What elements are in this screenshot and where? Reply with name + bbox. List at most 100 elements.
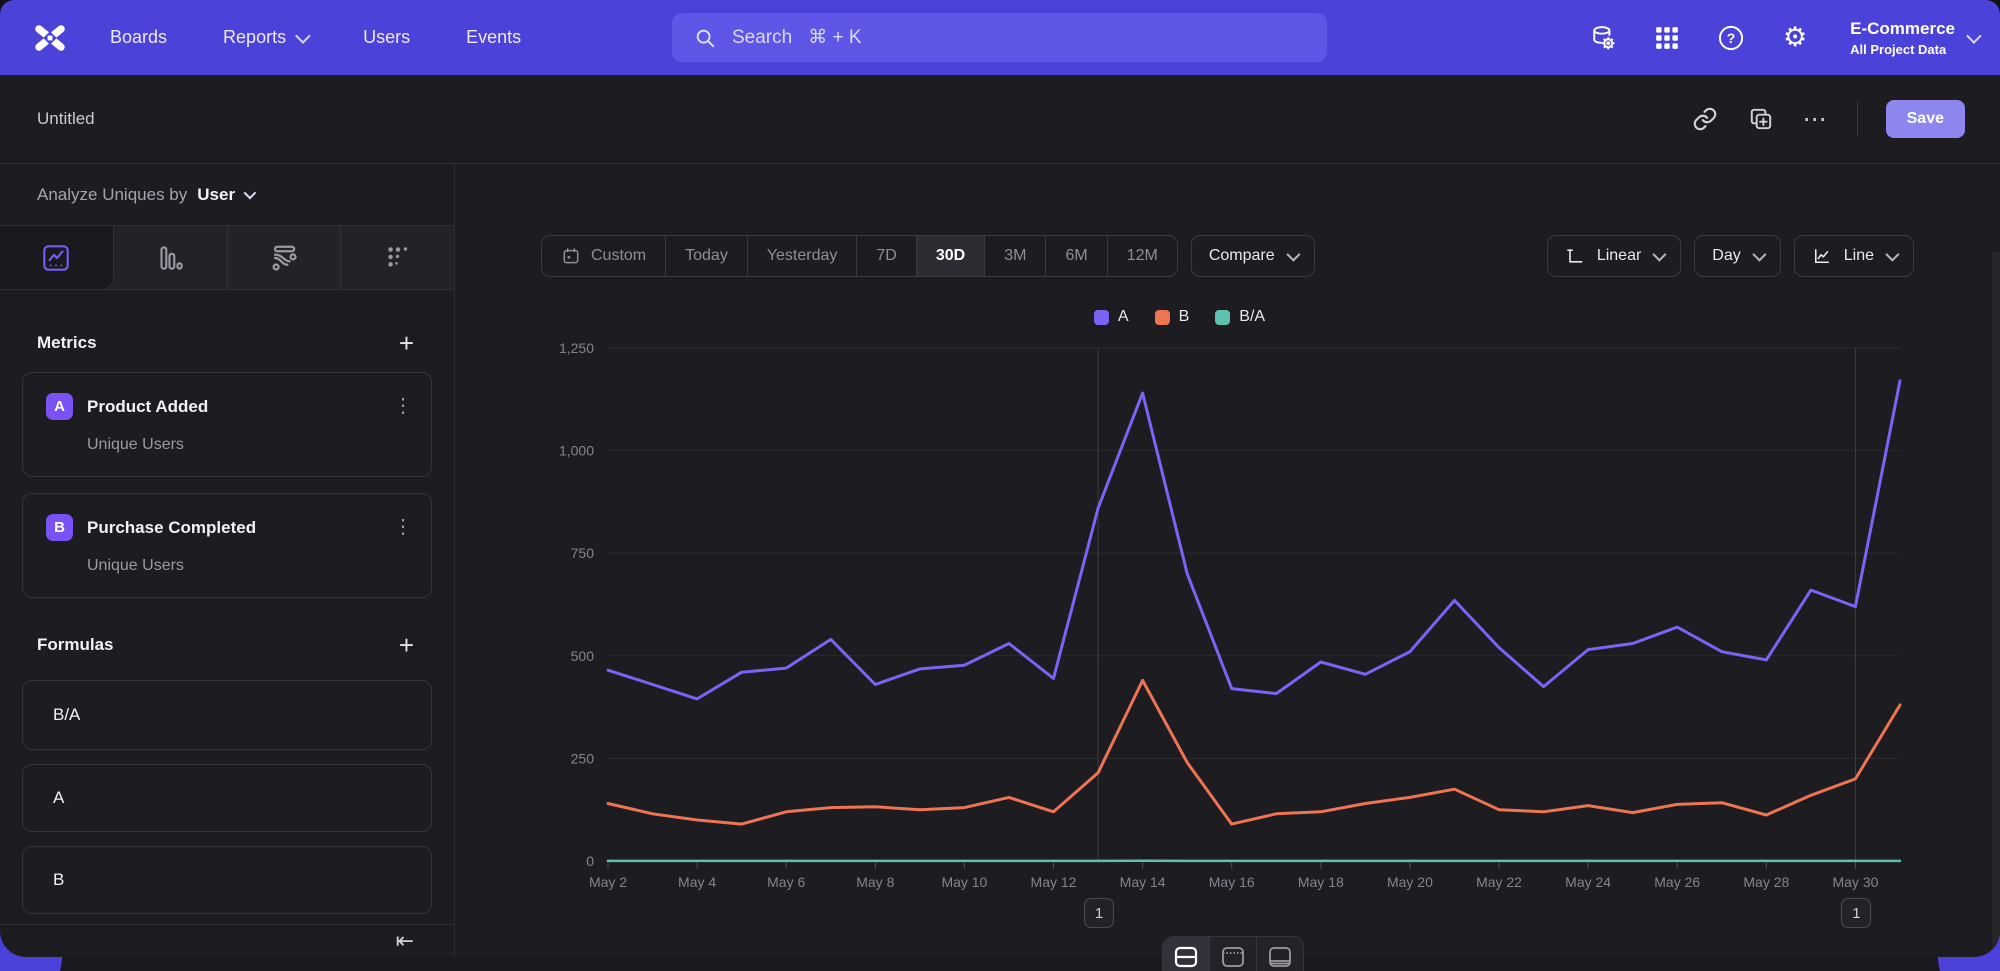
range-custom[interactable]: Custom bbox=[542, 236, 666, 276]
analyze-by-selector[interactable]: User bbox=[197, 185, 253, 205]
more-options-icon[interactable]: ⋯ bbox=[1803, 105, 1829, 134]
add-metric-button[interactable]: + bbox=[399, 330, 414, 356]
line-chart[interactable]: 02505007501,0001,250May 2May 4May 6May 8… bbox=[455, 301, 2000, 951]
nav-item-label: Users bbox=[363, 27, 410, 48]
x-axis-tick-label: May 2 bbox=[589, 874, 627, 890]
x-axis-tick-label: May 4 bbox=[678, 874, 716, 890]
project-text: E-Commerce All Project Data bbox=[1850, 19, 1955, 57]
metric-card-b[interactable]: B Purchase Completed ⋮ Unique Users bbox=[22, 493, 432, 598]
chevron-down-icon bbox=[1885, 248, 1899, 262]
chevron-down-icon bbox=[295, 28, 311, 44]
mixpanel-logo-icon[interactable] bbox=[28, 16, 72, 60]
range-3m[interactable]: 3M bbox=[985, 236, 1046, 276]
metric-name: Product Added bbox=[87, 397, 208, 417]
duplicate-icon[interactable] bbox=[1747, 105, 1775, 133]
project-scope: All Project Data bbox=[1850, 42, 1955, 57]
range-label: Today bbox=[685, 247, 728, 265]
range-label: 12M bbox=[1127, 247, 1158, 265]
chart-style-selector[interactable]: Line bbox=[1794, 235, 1914, 277]
nav-item-reports[interactable]: Reports bbox=[223, 27, 307, 48]
tab-flow[interactable] bbox=[228, 226, 342, 289]
search-icon bbox=[694, 27, 716, 49]
compare-button[interactable]: Compare bbox=[1191, 235, 1315, 277]
scale-label: Linear bbox=[1597, 247, 1641, 265]
metric-card-a[interactable]: A Product Added ⋮ Unique Users bbox=[22, 372, 432, 477]
x-axis-tick-label: May 16 bbox=[1209, 874, 1255, 890]
layout-bottom-button[interactable] bbox=[1257, 937, 1303, 971]
save-button[interactable]: Save bbox=[1886, 100, 1965, 138]
range-6m[interactable]: 6M bbox=[1046, 236, 1107, 276]
y-axis-tick-label: 500 bbox=[571, 648, 595, 664]
interval-label: Day bbox=[1712, 247, 1740, 265]
range-label: 3M bbox=[1004, 247, 1026, 265]
apps-grid-icon[interactable] bbox=[1652, 23, 1682, 53]
range-label: Yesterday bbox=[767, 247, 838, 265]
nav-item-users[interactable]: Users bbox=[363, 27, 410, 48]
x-axis-tick-label: May 24 bbox=[1565, 874, 1611, 890]
chart-area: Custom Today Yesterday 7D 30D 3M 6M 12M … bbox=[455, 164, 2000, 957]
formula-card[interactable]: B/A bbox=[22, 680, 432, 750]
range-7d[interactable]: 7D bbox=[857, 236, 916, 276]
date-range-group: Custom Today Yesterday 7D 30D 3M 6M 12M bbox=[541, 235, 1178, 277]
formula-card[interactable]: A bbox=[22, 764, 432, 832]
search-input[interactable]: Search ⌘ + K bbox=[672, 13, 1327, 62]
layout-top-button[interactable] bbox=[1210, 937, 1257, 971]
copy-link-icon[interactable] bbox=[1691, 105, 1719, 133]
chevron-down-icon bbox=[1653, 248, 1667, 262]
scrollbar[interactable] bbox=[1992, 252, 2000, 957]
analyze-by-row: Analyze Uniques by User bbox=[0, 164, 454, 226]
add-formula-button[interactable]: + bbox=[399, 632, 414, 658]
nav-item-label: Reports bbox=[223, 27, 286, 48]
layout-toolbar bbox=[1162, 936, 1304, 971]
formula-text: B bbox=[53, 870, 64, 890]
calendar-icon bbox=[561, 246, 581, 266]
help-icon[interactable]: ? bbox=[1716, 23, 1746, 53]
range-30d[interactable]: 30D bbox=[917, 236, 985, 276]
series-line-b[interactable] bbox=[608, 680, 1900, 824]
project-switcher[interactable]: E-Commerce All Project Data bbox=[1850, 19, 1978, 57]
kebab-menu-icon[interactable]: ⋮ bbox=[393, 514, 413, 539]
settings-gear-icon[interactable]: ⚙ bbox=[1780, 23, 1810, 53]
nav-item-boards[interactable]: Boards bbox=[110, 27, 167, 48]
formula-text: B/A bbox=[53, 705, 80, 725]
range-yesterday[interactable]: Yesterday bbox=[748, 236, 858, 276]
annotation-marker[interactable]: 1 bbox=[1841, 898, 1871, 928]
annotation-marker[interactable]: 1 bbox=[1084, 898, 1114, 928]
y-axis-tick-label: 250 bbox=[571, 750, 595, 766]
metric-measure[interactable]: Unique Users bbox=[87, 436, 413, 454]
formulas-section-header: Formulas + bbox=[0, 632, 454, 658]
y-axis-tick-label: 0 bbox=[586, 853, 594, 869]
formulas-title: Formulas bbox=[37, 635, 114, 655]
tab-insights-line[interactable] bbox=[0, 226, 114, 289]
linear-scale-icon bbox=[1565, 246, 1585, 266]
nav-item-events[interactable]: Events bbox=[466, 27, 521, 48]
tab-retention[interactable] bbox=[341, 226, 454, 289]
collapse-sidebar-icon[interactable]: ⇤ bbox=[396, 930, 414, 952]
report-title: Untitled bbox=[37, 109, 95, 129]
query-sidebar: Analyze Uniques by User bbox=[0, 164, 455, 957]
chevron-down-icon bbox=[1752, 248, 1766, 262]
range-12m[interactable]: 12M bbox=[1108, 236, 1177, 276]
layout-split-button[interactable] bbox=[1163, 937, 1210, 971]
kebab-menu-icon[interactable]: ⋮ bbox=[393, 393, 413, 418]
metric-name: Purchase Completed bbox=[87, 518, 256, 538]
series-line-a[interactable] bbox=[608, 381, 1900, 699]
report-actions: ⋯ Save bbox=[1691, 100, 1965, 138]
nav-item-label: Boards bbox=[110, 27, 167, 48]
tab-bar-chart[interactable] bbox=[114, 226, 228, 289]
formula-card[interactable]: B bbox=[22, 846, 432, 914]
metrics-section-header: Metrics + bbox=[0, 330, 454, 356]
range-today[interactable]: Today bbox=[666, 236, 748, 276]
analyze-by-value: User bbox=[197, 185, 235, 205]
data-management-icon[interactable] bbox=[1588, 23, 1618, 53]
x-axis-tick-label: May 12 bbox=[1031, 874, 1077, 890]
x-axis-tick-label: May 18 bbox=[1298, 874, 1344, 890]
x-axis-tick-label: May 30 bbox=[1832, 874, 1878, 890]
layout-bottom-icon bbox=[1267, 945, 1293, 969]
metric-measure[interactable]: Unique Users bbox=[87, 557, 413, 575]
range-label: 30D bbox=[936, 247, 965, 265]
layout-top-icon bbox=[1220, 945, 1246, 969]
interval-selector[interactable]: Day bbox=[1694, 235, 1780, 277]
x-axis-tick-label: May 14 bbox=[1120, 874, 1166, 890]
scale-selector[interactable]: Linear bbox=[1547, 235, 1681, 277]
